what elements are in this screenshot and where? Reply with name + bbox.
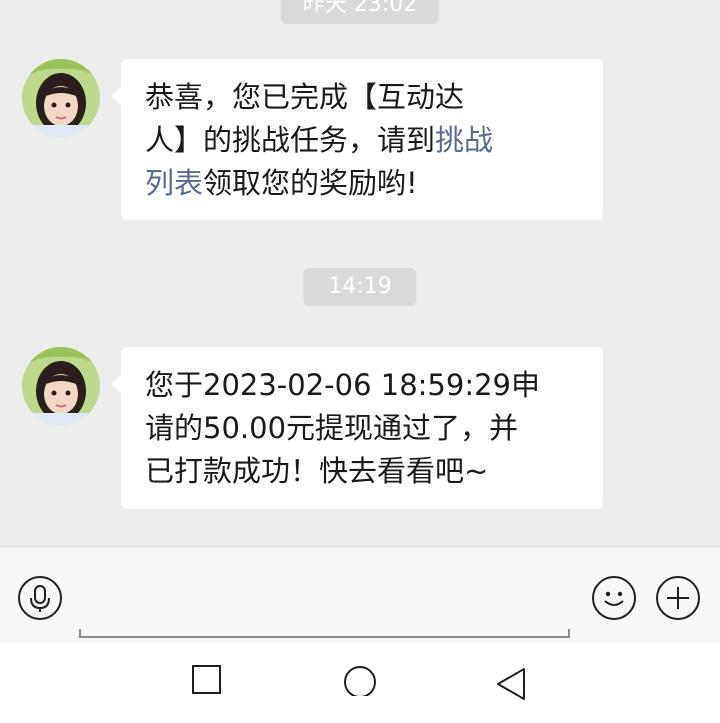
message-text: 领取您的奖励哟! [203, 166, 418, 200]
message-bubble[interactable]: 恭喜，您已完成【互动达 人】的挑战任务，请到挑战 列表领取您的奖励哟! [111, 59, 603, 220]
system-nav-bar [0, 643, 720, 723]
plus-icon[interactable] [656, 576, 700, 620]
emoji-icon[interactable] [592, 576, 636, 620]
sender-avatar[interactable] [22, 347, 100, 425]
timestamp: 昨天 23:02 [280, 0, 440, 24]
message-line: 列表领取您的奖励哟! [145, 162, 579, 205]
message-line: 您于2023-02-06 18:59:29申 [145, 368, 540, 402]
message-text: 恭喜，您已完成【互动达 [145, 80, 465, 114]
message-input[interactable] [79, 629, 570, 638]
message-text: 人】的挑战任务，请到 [145, 123, 436, 157]
sender-avatar[interactable] [22, 59, 100, 137]
message-line: 已打款成功！快去看看吧~ [145, 454, 489, 488]
challenge-link[interactable]: 挑战 [435, 123, 493, 157]
message-bubble[interactable]: 您于2023-02-06 18:59:29申 请的50.00元提现通过了，并 已… [111, 347, 603, 509]
message-line: 请的50.00元提现通过了，并 [145, 411, 519, 445]
back-icon[interactable] [492, 661, 532, 701]
home-icon[interactable] [342, 660, 378, 696]
message-line: 恭喜，您已完成【互动达 [145, 76, 579, 119]
timestamp: 14:19 [303, 268, 417, 306]
list-link[interactable]: 列表 [145, 166, 203, 200]
recent-apps-icon[interactable] [190, 662, 224, 696]
avatar-image [22, 59, 100, 137]
message-line: 人】的挑战任务，请到挑战 [145, 119, 579, 162]
input-bar [0, 546, 720, 643]
avatar-image [22, 347, 100, 425]
chat-area: 昨天 23:02 恭喜，您已完成【互动达 人】的挑战任务，请到挑战 列表领取您的… [0, 0, 720, 546]
voice-icon[interactable] [18, 576, 62, 620]
